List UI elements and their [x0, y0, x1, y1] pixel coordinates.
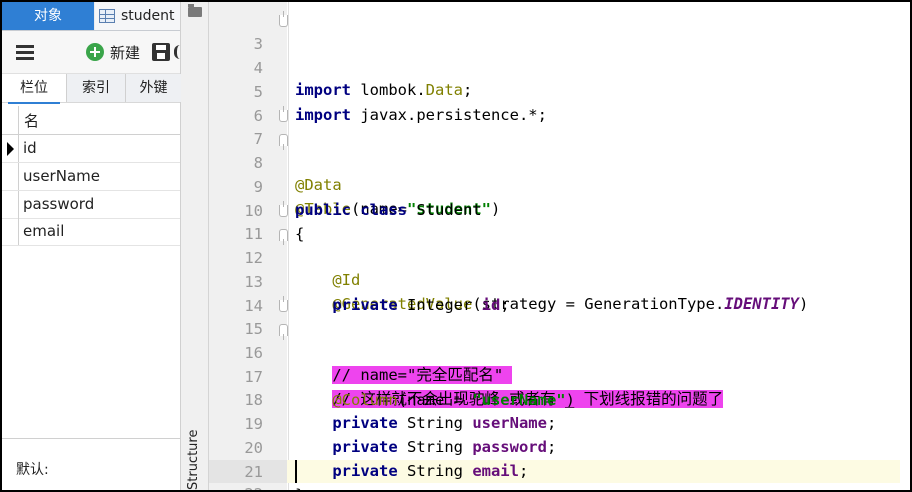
- application-window: 对象 student 新建 栏位 索引 外键 名 id userName pas…: [0, 0, 912, 492]
- column-header-name[interactable]: 名: [24, 110, 39, 131]
- code-line[interactable]: 10 {: [209, 177, 910, 243]
- code-line[interactable]: 4: [209, 34, 910, 77]
- code-line[interactable]: 5 import javax.persistence.*;: [209, 58, 910, 124]
- code-line[interactable]: 19 private String password;: [209, 390, 910, 456]
- code-text: }: [295, 484, 304, 490]
- field-name-cell[interactable]: email: [23, 222, 64, 240]
- table-row[interactable]: email: [2, 218, 180, 246]
- fold-start-icon[interactable]: [279, 296, 288, 312]
- fold-start-icon[interactable]: [279, 201, 288, 217]
- table-icon: [99, 9, 115, 23]
- new-button-label: 新建: [110, 44, 141, 62]
- fold-end-icon[interactable]: [279, 229, 288, 245]
- designer-toolbar: 新建: [2, 31, 180, 74]
- structure-tool-strip: Structure: [181, 2, 209, 490]
- code-line[interactable]: 6: [209, 82, 910, 125]
- code-line[interactable]: 22: [209, 460, 910, 490]
- table-row[interactable]: userName: [2, 163, 180, 191]
- current-row-pointer-icon: [7, 142, 14, 156]
- table-row[interactable]: id: [2, 135, 180, 163]
- table-designer-panel: 对象 student 新建 栏位 索引 外键 名 id userName pas…: [2, 2, 181, 490]
- field-name-cell[interactable]: password: [23, 195, 94, 213]
- code-line[interactable]: 21 }: [209, 438, 910, 490]
- text-caret: [295, 460, 297, 483]
- row-gutter: [2, 218, 19, 245]
- project-folder-icon[interactable]: [188, 4, 202, 17]
- code-line[interactable]: 9 public class Student: [209, 153, 910, 219]
- field-name-cell[interactable]: userName: [23, 167, 100, 185]
- row-gutter: [2, 163, 19, 190]
- row-gutter: [2, 106, 19, 134]
- line-number: 22: [209, 483, 263, 490]
- fields-grid-header: 名: [2, 106, 180, 135]
- vertical-scrollbar[interactable]: [900, 2, 910, 490]
- designer-subtabs: 栏位 索引 外键: [2, 74, 181, 104]
- code-editor[interactable]: 3 import lombok.Data; 4 5 import javax.p…: [209, 2, 910, 490]
- fold-start-icon[interactable]: [279, 11, 288, 27]
- code-line[interactable]: 16 // 这样就不会出现驼峰 或者有 _ 下划线报错的问题了: [209, 319, 910, 408]
- tab-foreign-keys[interactable]: 外键: [125, 74, 181, 102]
- tab-student-label: student: [121, 8, 175, 24]
- tab-student[interactable]: student: [95, 2, 180, 30]
- add-icon: [86, 43, 104, 61]
- table-row[interactable]: password: [2, 191, 180, 219]
- field-properties-area: 默认:: [2, 438, 180, 490]
- structure-tool-tab[interactable]: Structure: [186, 430, 201, 490]
- code-line[interactable]: 13 private Integer id;: [209, 248, 910, 314]
- code-line[interactable]: 14: [209, 272, 910, 315]
- save-icon[interactable]: [152, 43, 170, 61]
- fold-start-icon[interactable]: [279, 106, 288, 122]
- code-line[interactable]: 3 import lombok.Data;: [209, 10, 910, 99]
- code-line[interactable]: 20 private String email;: [209, 414, 910, 480]
- code-line[interactable]: 15 // name="完全匹配名": [209, 295, 910, 384]
- tab-fields[interactable]: 栏位: [8, 74, 60, 104]
- object-tabbar: 对象 student: [2, 2, 180, 31]
- tab-objects[interactable]: 对象: [2, 2, 94, 30]
- code-line[interactable]: 12 @GeneratedValue(strategy = Generation…: [209, 224, 910, 313]
- code-line[interactable]: 18 private String userName;: [209, 366, 910, 432]
- code-line[interactable]: 8 @Table(name="student"): [209, 129, 910, 218]
- hamburger-menu-icon[interactable]: [16, 43, 36, 61]
- code-line[interactable]: 7 @Data: [209, 105, 910, 194]
- code-line[interactable]: 17 @Column(name = "userName"): [209, 343, 910, 409]
- fold-end-icon[interactable]: [279, 134, 288, 150]
- tab-indexes[interactable]: 索引: [66, 74, 125, 102]
- fold-end-icon[interactable]: [279, 324, 288, 340]
- row-gutter: [2, 135, 19, 162]
- row-gutter: [2, 191, 19, 218]
- code-line[interactable]: 11 @Id: [209, 200, 910, 289]
- default-value-label: 默认:: [16, 462, 49, 478]
- field-name-cell[interactable]: id: [23, 139, 37, 157]
